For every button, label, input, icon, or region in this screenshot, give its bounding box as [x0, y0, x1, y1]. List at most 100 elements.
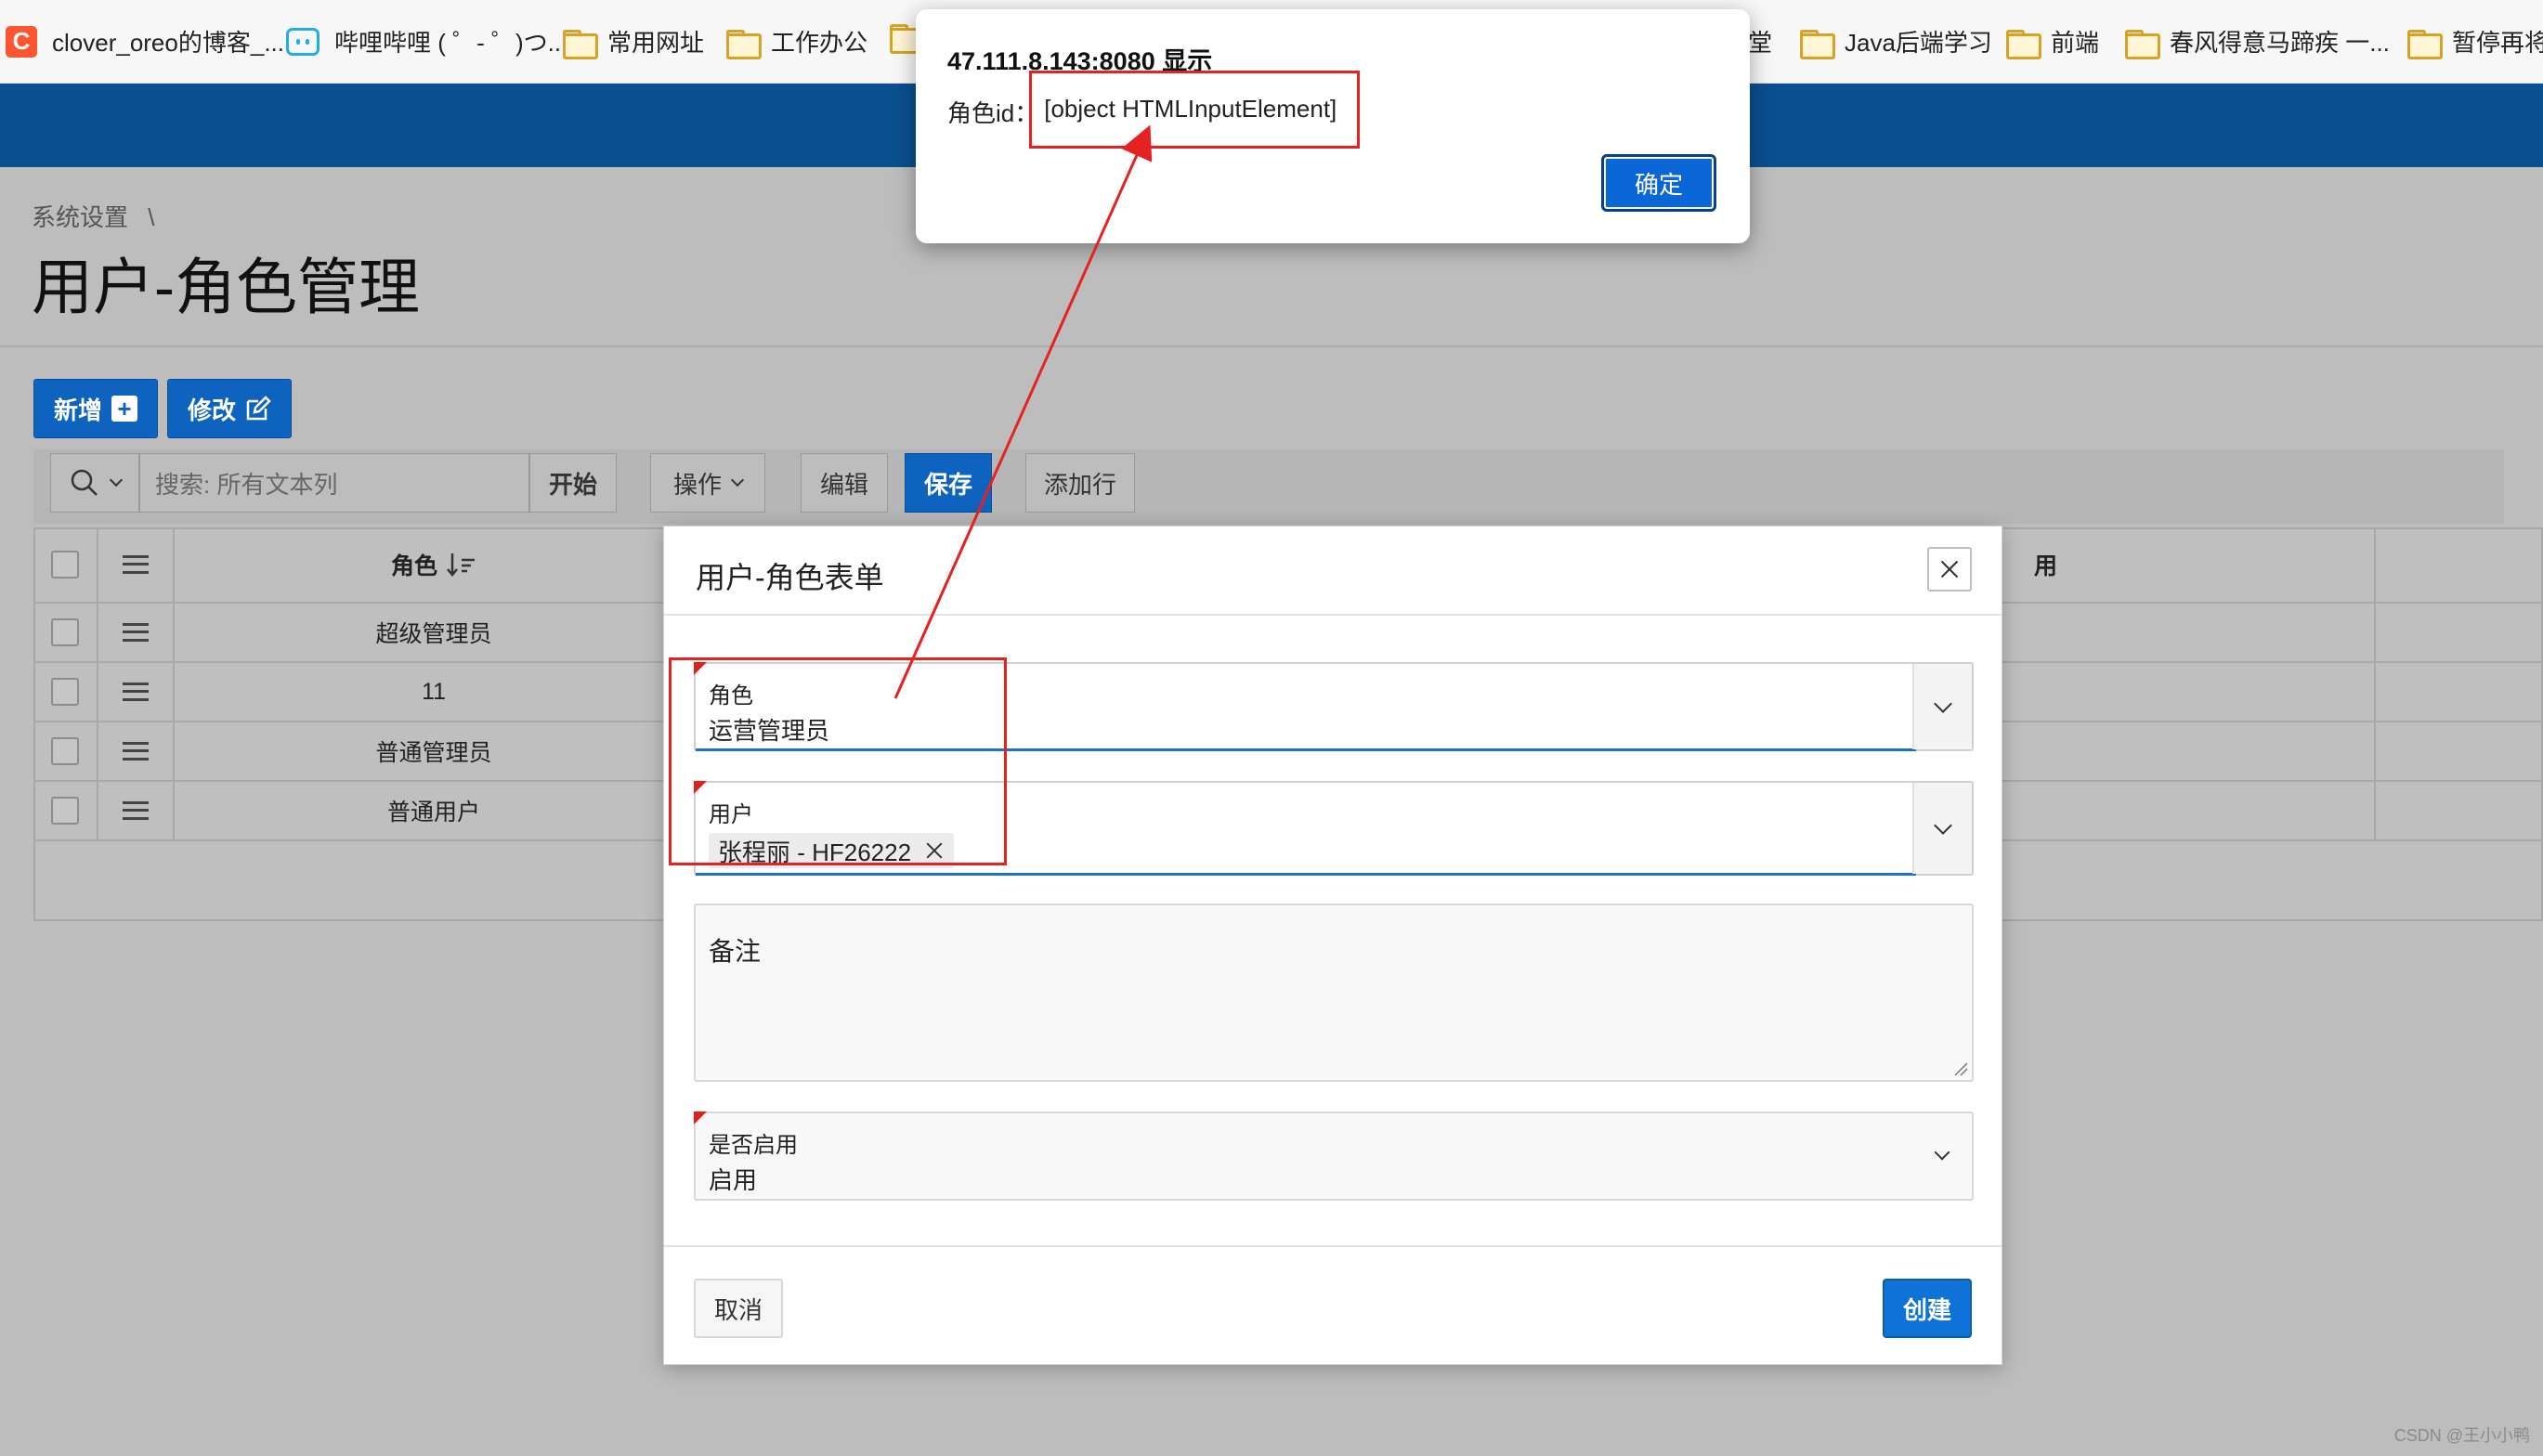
alert-message-label: 角色id：: [947, 99, 1039, 127]
menu-icon[interactable]: [123, 623, 149, 642]
sort-icon: [447, 553, 475, 577]
alert-message: 角色id： [object HTMLInputElement]: [947, 95, 1337, 129]
create-button[interactable]: 创建: [1883, 1279, 1972, 1338]
user-chip-label: 张程丽 - HF26222: [718, 838, 912, 866]
row-actions-cell[interactable]: [98, 663, 175, 721]
bookmark-frontend[interactable]: 前端: [2006, 24, 2099, 59]
breadcrumb-separator: \: [148, 203, 155, 231]
row-select-cell[interactable]: [33, 722, 98, 780]
menu-icon[interactable]: [123, 801, 149, 820]
menu-icon[interactable]: [123, 682, 149, 701]
add-row-button[interactable]: 添加行: [1025, 453, 1135, 513]
column-header-role[interactable]: 角色: [175, 527, 695, 602]
grid-cell[interactable]: [2021, 663, 2376, 721]
role-cell[interactable]: 超级管理员: [175, 604, 695, 661]
actions-menu-button[interactable]: 操作: [650, 453, 765, 513]
bookmark-csdn[interactable]: C clover_oreo的博客_...: [6, 24, 284, 58]
row-select-cell[interactable]: [33, 782, 98, 839]
save-button[interactable]: 保存: [905, 453, 992, 513]
breadcrumb[interactable]: 系统设置 \: [32, 199, 154, 233]
search-input[interactable]: 搜索: 所有文本列: [139, 453, 529, 513]
role-cell[interactable]: 11: [175, 663, 695, 721]
remove-icon[interactable]: [924, 840, 945, 861]
grid-cell[interactable]: [2021, 782, 2376, 839]
row-actions-cell[interactable]: [98, 782, 175, 839]
column-header-enabled[interactable]: 用: [2021, 527, 2376, 602]
remark-textarea[interactable]: 备注: [694, 904, 1974, 1082]
dialog-header: 用户-角色表单: [664, 526, 2002, 616]
enabled-select[interactable]: 是否启用 启用: [694, 1112, 1974, 1201]
bookmark-label: 常用网址: [607, 29, 705, 57]
required-marker: [694, 781, 707, 794]
role-cell[interactable]: 普通用户: [175, 782, 695, 839]
bookmark-label: clover_oreo的博客_...: [52, 29, 284, 57]
divider: [0, 345, 2543, 347]
role-value[interactable]: 运营管理员: [709, 712, 829, 747]
bookmark-work[interactable]: 工作办公: [726, 24, 868, 59]
bookmark-spring[interactable]: 春风得意马蹄疾 一...: [2125, 24, 2390, 59]
cancel-button[interactable]: 取消: [694, 1279, 783, 1338]
bookmark-partial-label[interactable]: 堂: [1748, 24, 1772, 58]
focus-underline: [696, 748, 1916, 751]
row-checkbox[interactable]: [51, 797, 79, 825]
folder-icon: [563, 29, 598, 59]
csdn-icon: C: [6, 25, 37, 58]
bookmark-label: 哔哩哔哩 ( ゜- ゜)つ...: [334, 29, 568, 57]
remark-label: 备注: [709, 937, 762, 966]
edit-icon: [246, 396, 271, 421]
folder-icon: [2125, 29, 2160, 59]
watermark: CSDN @王小小鸭: [2393, 1426, 2530, 1445]
menu-icon[interactable]: [123, 742, 149, 760]
row-actions-cell[interactable]: [98, 722, 175, 780]
enabled-value[interactable]: 启用: [709, 1162, 757, 1196]
actions-label: 操作: [672, 470, 722, 499]
grid-edit-button[interactable]: 编辑: [801, 453, 888, 513]
required-marker: [694, 662, 707, 675]
bookmark-label: 工作办公: [771, 29, 868, 57]
search-column-selector[interactable]: [50, 453, 139, 513]
bookmark-paused[interactable]: 暂停再将: [2407, 24, 2543, 59]
user-role-dialog: 用户-角色表单 角色 运营管理员 用户 张程丽 - HF26222 备注 是否启…: [663, 526, 2002, 1365]
role-dropdown-button[interactable]: [1912, 664, 1972, 749]
ok-button[interactable]: 确定: [1601, 154, 1716, 212]
row-actions-cell[interactable]: [98, 604, 175, 661]
enabled-label: 是否启用: [709, 1133, 798, 1158]
role-cell[interactable]: 普通管理员: [175, 722, 695, 780]
required-marker: [694, 1112, 707, 1124]
select-all-checkbox[interactable]: [51, 551, 79, 578]
edit-label: 修改: [187, 396, 236, 424]
breadcrumb-item[interactable]: 系统设置: [32, 203, 128, 231]
column-header-label: 角色: [390, 553, 437, 579]
focus-underline: [696, 873, 1916, 876]
go-button[interactable]: 开始: [529, 453, 617, 513]
browser-alert: 47.111.8.143:8080 显示 角色id： [object HTMLI…: [916, 9, 1750, 243]
bookmark-common-sites[interactable]: 常用网址: [563, 24, 705, 59]
role-select[interactable]: 角色 运营管理员: [694, 662, 1974, 751]
bookmark-java[interactable]: Java后端学习: [1800, 24, 1992, 59]
user-dropdown-button[interactable]: [1912, 783, 1972, 874]
chevron-down-icon: [1934, 816, 1952, 835]
user-chip[interactable]: 张程丽 - HF26222: [709, 833, 955, 868]
grid-cell[interactable]: [2021, 722, 2376, 780]
resize-handle-icon[interactable]: [1953, 1061, 1968, 1076]
user-select[interactable]: 用户 张程丽 - HF26222: [694, 781, 1974, 876]
row-select-cell[interactable]: [33, 604, 98, 661]
row-select-cell[interactable]: [33, 663, 98, 721]
select-all-cell[interactable]: [33, 527, 98, 602]
menu-icon: [123, 555, 149, 574]
chevron-down-icon: [1934, 695, 1952, 713]
row-actions-header: [98, 527, 175, 602]
dialog-title: 用户-角色表单: [696, 561, 884, 594]
row-checkbox[interactable]: [51, 678, 79, 706]
edit-button[interactable]: 修改: [167, 379, 292, 438]
folder-icon: [726, 29, 762, 59]
row-checkbox[interactable]: [51, 618, 79, 646]
add-button[interactable]: 新增 +: [33, 379, 158, 438]
add-label: 新增: [53, 396, 102, 424]
chevron-down-icon: [1934, 1144, 1950, 1161]
grid-cell[interactable]: [2021, 604, 2376, 661]
bookmark-bilibili[interactable]: 哔哩哔哩 ( ゜- ゜)つ...: [286, 24, 567, 58]
close-icon[interactable]: [1927, 547, 1972, 592]
folder-icon: [2006, 29, 2041, 59]
row-checkbox[interactable]: [51, 737, 79, 765]
